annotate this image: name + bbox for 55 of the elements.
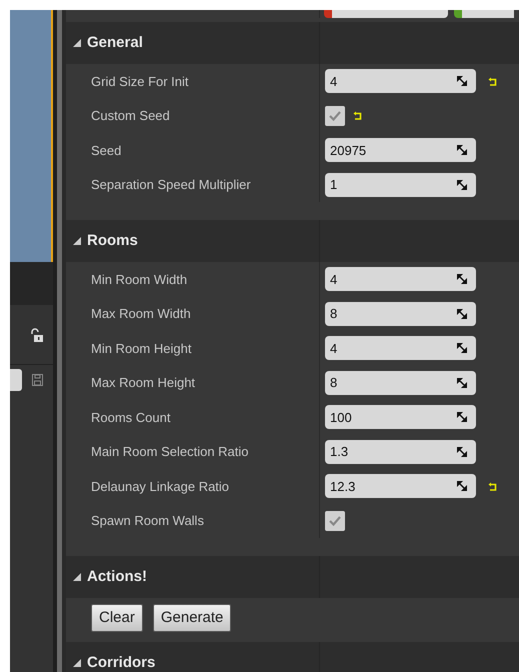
drag-handle-icon[interactable] (457, 343, 467, 354)
number-field[interactable]: 4 (325, 69, 476, 94)
check-icon (329, 110, 341, 121)
drag-handle-icon[interactable] (457, 481, 467, 492)
reset-arrow-icon[interactable] (353, 111, 362, 120)
drag-handle-icon[interactable] (457, 145, 467, 156)
reset-arrow-icon[interactable] (488, 76, 497, 86)
property-label: Max Room Width (91, 305, 191, 323)
section-title: General (87, 32, 143, 53)
property-label: Main Room Selection Ratio (91, 443, 249, 461)
property-label: Seed (91, 142, 122, 160)
property-label: Rooms Count (91, 408, 170, 426)
drag-handle-icon[interactable] (457, 76, 467, 86)
number-field[interactable]: 1.3 (325, 440, 476, 464)
vector-field[interactable] (454, 10, 514, 18)
section-title: Actions! (87, 566, 147, 587)
number-field[interactable]: 8 (325, 302, 476, 326)
number-field[interactable]: 1 (325, 172, 476, 197)
number-field[interactable]: 4 (325, 336, 476, 360)
section-title: Corridors (87, 652, 156, 672)
property-label: Custom Seed (91, 107, 170, 125)
vector-field[interactable] (324, 10, 448, 18)
number-field[interactable]: 100 (325, 405, 476, 430)
checkbox[interactable] (325, 510, 345, 531)
property-label: Grid Size For Init (91, 72, 189, 90)
property-label: Spawn Room Walls (91, 512, 204, 530)
drag-handle-icon[interactable] (457, 180, 467, 190)
drag-handle-icon[interactable] (457, 446, 467, 457)
reset-arrow-icon[interactable] (488, 482, 497, 491)
drag-handle-icon[interactable] (457, 308, 467, 319)
expand-arrow-icon[interactable] (73, 39, 81, 47)
expand-arrow-icon[interactable] (73, 659, 81, 667)
check-icon (329, 516, 341, 526)
expand-arrow-icon[interactable] (73, 573, 81, 581)
number-field[interactable]: 8 (325, 370, 476, 395)
input-field[interactable] (10, 369, 22, 391)
splitter-handle[interactable] (57, 10, 62, 672)
property-label: Min Room Width (91, 270, 188, 288)
drag-handle-icon[interactable] (457, 412, 467, 422)
drag-handle-icon[interactable] (457, 378, 467, 388)
save-icon[interactable] (32, 374, 43, 386)
number-field[interactable]: 4 (325, 267, 476, 292)
expand-arrow-icon[interactable] (73, 237, 81, 245)
action-button[interactable]: Generate (152, 604, 232, 632)
number-field[interactable]: 12.3 (325, 474, 476, 498)
section-title: Rooms (87, 230, 138, 251)
property-label: Min Room Height (91, 340, 192, 358)
drag-handle-icon[interactable] (457, 274, 467, 284)
lock-icon[interactable] (31, 328, 43, 342)
property-label: Delaunay Linkage Ratio (91, 478, 230, 496)
property-label: Separation Speed Multiplier (91, 176, 251, 194)
checkbox[interactable] (325, 106, 345, 126)
number-field[interactable]: 20975 (325, 138, 476, 162)
property-label: Max Room Height (91, 374, 196, 392)
action-button[interactable]: Clear (91, 604, 143, 632)
